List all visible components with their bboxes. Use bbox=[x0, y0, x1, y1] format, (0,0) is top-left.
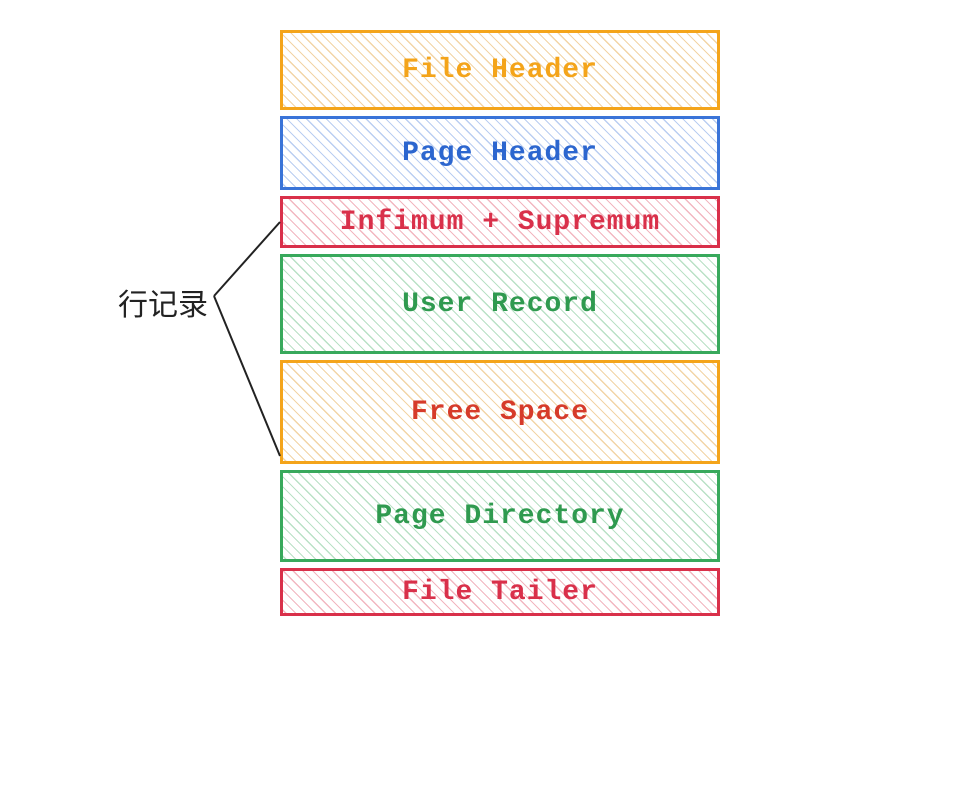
block-file-header: File Header bbox=[280, 30, 720, 110]
block-free-space: Free Space bbox=[280, 360, 720, 464]
block-label: User Record bbox=[402, 289, 598, 320]
block-label: Page Directory bbox=[375, 501, 624, 532]
block-page-header: Page Header bbox=[280, 116, 720, 190]
page-structure-diagram: File Header Page Header Infimum + Suprem… bbox=[280, 30, 720, 622]
block-label: Free Space bbox=[411, 397, 589, 428]
block-page-directory: Page Directory bbox=[280, 470, 720, 562]
block-user-record: User Record bbox=[280, 254, 720, 354]
block-label: File Header bbox=[402, 55, 598, 86]
block-infimum-supremum: Infimum + Supremum bbox=[280, 196, 720, 248]
block-label: Page Header bbox=[402, 138, 598, 169]
block-file-tailer: File Tailer bbox=[280, 568, 720, 616]
annotation-row-records: 行记录 bbox=[118, 280, 208, 324]
connector-line-bottom bbox=[214, 296, 280, 456]
block-label: Infimum + Supremum bbox=[340, 207, 660, 238]
connector-line-top bbox=[214, 222, 280, 296]
block-label: File Tailer bbox=[402, 577, 598, 608]
